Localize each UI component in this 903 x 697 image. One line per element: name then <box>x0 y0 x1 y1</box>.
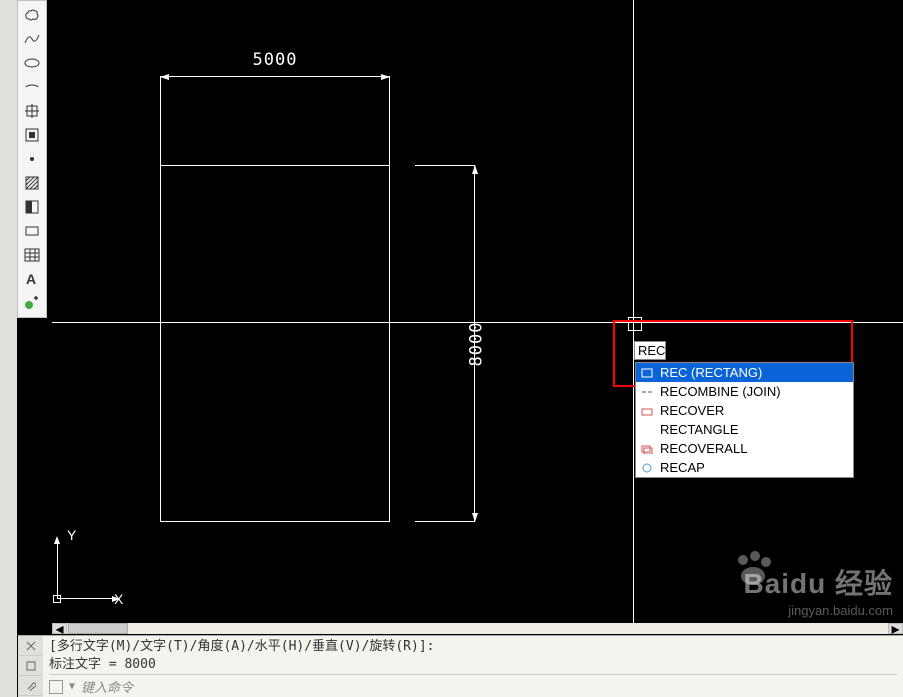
ucs-icon: Y X <box>52 529 132 609</box>
tool-insert-block[interactable] <box>19 100 45 122</box>
recover-icon <box>640 404 654 418</box>
command-input-row[interactable]: ▼ 键入命令 <box>49 674 897 696</box>
drawing-canvas[interactable]: 5000 8000 Y X REC REC (RECTANG) RECOMBIN… <box>52 0 903 624</box>
panel-wrench-button[interactable] <box>18 676 43 696</box>
tool-region[interactable] <box>19 220 45 242</box>
autocomplete-label: RECOMBINE (JOIN) <box>660 384 781 399</box>
autocomplete-label: RECTANGLE <box>660 422 739 437</box>
tool-addselected[interactable] <box>19 292 45 314</box>
watermark-brand: Baidu 经验 <box>743 562 893 602</box>
autocomplete-label: RECOVER <box>660 403 724 418</box>
tool-point[interactable] <box>19 148 45 170</box>
recoverall-icon <box>640 442 654 456</box>
rectangle-icon <box>640 366 654 380</box>
close-panel-button[interactable] <box>18 636 43 656</box>
autocomplete-label: REC (RECTANG) <box>660 365 762 380</box>
dimension-vertical[interactable]: 8000 <box>415 165 475 522</box>
ucs-x-label: X <box>114 591 123 607</box>
dynamic-input[interactable]: REC <box>634 341 666 360</box>
dimension-width-value: 5000 <box>253 50 298 70</box>
tool-revision-cloud[interactable] <box>19 4 45 26</box>
command-panel-tools <box>18 636 43 697</box>
tool-hatch[interactable] <box>19 172 45 194</box>
autocomplete-item-recoverall[interactable]: RECOVERALL <box>636 439 853 458</box>
command-prompt-icon <box>49 680 63 694</box>
autocomplete-list: REC (RECTANG) RECOMBINE (JOIN) RECOVER R… <box>635 362 854 478</box>
blank-icon <box>640 423 654 437</box>
tool-spline[interactable] <box>19 28 45 50</box>
autocomplete-item-rectang[interactable]: REC (RECTANG) <box>636 363 853 382</box>
recap-icon <box>640 461 654 475</box>
command-history-line: [多行文字(M)/文字(T)/角度(A)/水平(H)/垂直(V)/旋转(R)]: <box>49 638 897 656</box>
autocomplete-item-rectangle[interactable]: RECTANGLE <box>636 420 853 439</box>
autocomplete-item-recombine[interactable]: RECOMBINE (JOIN) <box>636 382 853 401</box>
scroll-left-button[interactable]: ◂ <box>52 623 67 634</box>
scroll-thumb[interactable] <box>68 623 128 634</box>
autocomplete-item-recap[interactable]: RECAP <box>636 458 853 477</box>
ucs-y-label: Y <box>67 527 76 543</box>
autocomplete-item-recover[interactable]: RECOVER <box>636 401 853 420</box>
command-placeholder: 键入命令 <box>81 677 133 696</box>
tool-gradient[interactable] <box>19 196 45 218</box>
tool-ellipse[interactable] <box>19 52 45 74</box>
join-icon <box>640 385 654 399</box>
tool-mtext[interactable]: A <box>19 268 45 290</box>
dimension-height-value: 8000 <box>467 321 487 366</box>
tool-ellipse-arc[interactable] <box>19 76 45 98</box>
horizontal-scrollbar[interactable]: ◂ ▸ <box>52 623 903 634</box>
app-left-edge <box>0 0 17 697</box>
panel-options-button[interactable] <box>18 656 43 676</box>
autocomplete-label: RECOVERALL <box>660 441 747 456</box>
left-toolbar: A <box>17 0 47 318</box>
command-panel: [多行文字(M)/文字(T)/角度(A)/水平(H)/垂直(V)/旋转(R)]:… <box>18 635 903 697</box>
svg-text:A: A <box>26 271 36 287</box>
autocomplete-label: RECAP <box>660 460 705 475</box>
scroll-right-button[interactable]: ▸ <box>888 623 903 634</box>
tool-make-block[interactable] <box>19 124 45 146</box>
watermark-url: jingyan.baidu.com <box>788 603 893 618</box>
command-history-line: 标注文字 = 8000 <box>49 656 897 674</box>
command-history: [多行文字(M)/文字(T)/角度(A)/水平(H)/垂直(V)/旋转(R)]:… <box>43 636 903 697</box>
crosshair-vertical <box>633 0 634 624</box>
dimension-horizontal[interactable]: 5000 <box>160 27 390 77</box>
tool-table[interactable] <box>19 244 45 266</box>
drawing-rectangle[interactable] <box>160 165 390 522</box>
